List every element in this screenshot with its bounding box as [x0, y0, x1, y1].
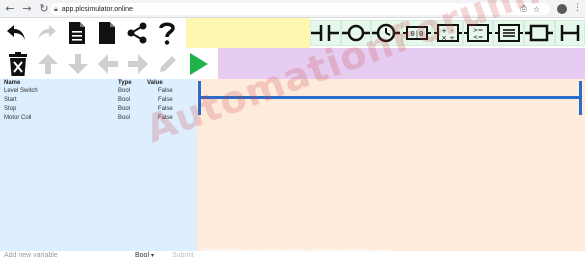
move-down-button[interactable]: [63, 50, 93, 78]
edit-button[interactable]: [153, 50, 183, 78]
version-footnote: Finished with the version of latest stat…: [202, 248, 392, 254]
variable-type: Bool: [118, 97, 131, 103]
variable-header-value: Value: [147, 80, 163, 86]
share-button[interactable]: [122, 19, 152, 47]
arrow-right-icon[interactable]: →: [20, 2, 34, 16]
edit-icon: [160, 55, 176, 72]
help-button[interactable]: [152, 19, 182, 47]
file-open-icon: [69, 22, 85, 44]
move-right-icon: [128, 53, 148, 74]
lock-icon: 🔒︎: [54, 4, 58, 13]
help-icon: [159, 22, 175, 45]
delete-button[interactable]: [3, 50, 33, 78]
move-down-icon: [68, 53, 88, 74]
arrow-left-icon[interactable]: ←: [3, 2, 17, 16]
chevron-down-icon: ▾: [151, 252, 155, 259]
file-open-button[interactable]: [62, 19, 92, 47]
right-power-rail: [579, 81, 582, 115]
redo-button[interactable]: [32, 19, 62, 47]
avatar[interactable]: [557, 4, 567, 14]
variable-type: Bool: [118, 115, 131, 121]
reload-icon[interactable]: ↻: [37, 2, 51, 16]
app-window: ← → ↻ 🔒︎ app.plcsimulator.online ⎙ ☆ ⋮ 0…: [0, 0, 585, 263]
share-icon: [127, 22, 147, 44]
box-button[interactable]: [523, 20, 555, 46]
variable-name: Start: [4, 97, 17, 103]
move-right-button[interactable]: [123, 50, 153, 78]
variable-name: Stop: [4, 106, 17, 112]
variable-type-value: Bool: [135, 252, 150, 259]
file-new-button[interactable]: [92, 19, 122, 47]
submit-button[interactable]: Submit: [172, 252, 194, 259]
run-icon: [190, 52, 208, 75]
move-up-icon: [38, 53, 58, 74]
file-toolbar: [0, 18, 186, 48]
variable-value[interactable]: False: [158, 88, 173, 94]
move-left-icon: [98, 53, 118, 74]
move-up-button[interactable]: [33, 50, 63, 78]
branch-button[interactable]: [554, 20, 585, 46]
edit-toolbar: [0, 48, 218, 79]
menu-icon[interactable]: ⋮: [573, 3, 582, 13]
undo-icon: [7, 25, 25, 40]
file-new-icon: [99, 22, 115, 44]
run-button[interactable]: [183, 50, 213, 78]
delete-icon: [9, 51, 27, 76]
move-left-button[interactable]: [93, 50, 123, 78]
redo-icon: [38, 25, 56, 40]
variable-name: Level Switch: [4, 88, 38, 94]
url-text: app.plcsimulator.online: [61, 5, 133, 13]
branch-icon: [560, 25, 580, 41]
add-variable-input[interactable]: Add new variable: [4, 252, 58, 259]
variable-header-name: Name: [4, 80, 21, 86]
box-icon: [525, 24, 554, 42]
variable-type: Bool: [118, 88, 131, 94]
variable-header-type: Type: [118, 80, 132, 86]
variable-type: Bool: [118, 106, 131, 112]
undo-button[interactable]: [0, 19, 32, 47]
variable-type-select[interactable]: Bool ▾: [135, 252, 154, 259]
variable-name: Motor Coil: [4, 115, 32, 121]
toolbar-spacer-yellow: [186, 18, 310, 48]
